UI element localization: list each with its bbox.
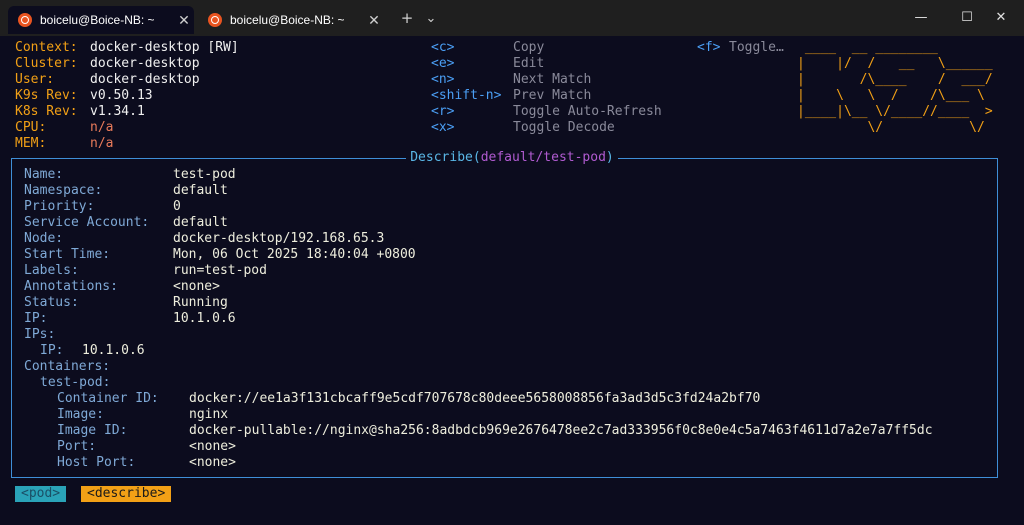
shortcut-key: <c> — [431, 40, 455, 55]
info-key: Context: — [15, 40, 78, 55]
ip-value: 10.1.0.6 — [82, 343, 145, 358]
field-key: Annotations: — [24, 279, 118, 294]
field-key: Labels: — [24, 263, 79, 278]
logo-line: | \ \ / /\___ \ — [797, 88, 1001, 103]
shortcut-key: <x> — [431, 120, 455, 135]
field-value: docker-desktop/192.168.65.3 — [173, 231, 385, 246]
shortcut-key: <shift-n> — [431, 88, 502, 103]
field-value: 10.1.0.6 — [173, 311, 236, 326]
shortcut-key: <r> — [431, 104, 455, 119]
info-value: docker-desktop — [90, 72, 200, 87]
container-field-key: Port: — [57, 439, 97, 454]
info-value: v1.34.1 — [90, 104, 145, 119]
field-key: Name: — [24, 167, 64, 182]
shortcut-action: Copy — [513, 40, 545, 55]
field-key: IP: — [24, 311, 48, 326]
tab-title: boicelu@Boice-NB: ~ — [40, 13, 155, 27]
field-key: Service Account: — [24, 215, 150, 230]
logo-line: | /\____ / ___/ — [797, 72, 1001, 87]
field-key: Priority: — [24, 199, 95, 214]
shortcut-key: <f> — [697, 40, 721, 55]
container-field-value: docker-pullable://nginx@sha256:8adbdcb96… — [189, 423, 933, 438]
logo-line: |____|\__ \/____//____ > — [797, 104, 1001, 119]
ip-key: IP: — [40, 343, 64, 358]
container-field-value: <none> — [189, 439, 236, 454]
describe-title-suffix: ) — [605, 150, 614, 165]
info-key: K8s Rev: — [15, 104, 78, 119]
logo-line: ____ __ ________ — [797, 40, 1001, 55]
shortcut-action: Next Match — [513, 72, 592, 87]
logo-line: \/ \/ — [797, 120, 1001, 135]
field-value: default — [173, 215, 228, 230]
ubuntu-icon — [208, 13, 222, 27]
breadcrumb-pod: <pod> — [15, 486, 67, 502]
shortcut-action: Toggle Auto-Refresh — [513, 104, 662, 119]
shortcut-action: Toggle… — [729, 40, 784, 55]
ubuntu-icon — [18, 13, 32, 27]
container-field-value: <none> — [189, 455, 236, 470]
tab-inactive[interactable]: boicelu@Boice-NB: ~ ✕ — [198, 6, 384, 34]
tab-active[interactable]: boicelu@Boice-NB: ~ ✕ — [8, 6, 194, 34]
describe-title-path: default/test-pod — [480, 150, 606, 165]
field-value: default — [173, 183, 228, 198]
tab-title: boicelu@Boice-NB: ~ — [230, 13, 345, 27]
field-value: test-pod — [173, 167, 236, 182]
field-value: <none> — [173, 279, 220, 294]
ips-label: IPs: — [24, 327, 56, 342]
info-value: docker-desktop [RW] — [90, 40, 239, 55]
container-field-value: docker://ee1a3f131cbcaff9e5cdf707678c80d… — [189, 391, 761, 406]
describe-title: Describe(default/test-pod) — [0, 150, 1024, 166]
container-field-key: Container ID: — [57, 391, 159, 406]
info-key: K9s Rev: — [15, 88, 78, 103]
container-field-key: Image: — [57, 407, 104, 422]
field-value: 0 — [173, 199, 181, 214]
container-field-key: Image ID: — [57, 423, 128, 438]
close-tab-icon[interactable]: ✕ — [364, 12, 384, 29]
field-key: Node: — [24, 231, 64, 246]
shortcut-key: <n> — [431, 72, 455, 87]
container-field-key: Host Port: — [57, 455, 136, 470]
info-value: n/a — [90, 120, 114, 135]
breadcrumb-describe: <describe> — [81, 486, 172, 502]
field-key: Namespace: — [24, 183, 103, 198]
new-tab-button[interactable]: + — [394, 6, 420, 30]
info-value: v0.50.13 — [90, 88, 153, 103]
containers-label: Containers: — [24, 359, 111, 374]
minimize-button[interactable]: — — [898, 0, 944, 34]
shortcut-action: Edit — [513, 56, 545, 71]
field-value: run=test-pod — [173, 263, 267, 278]
info-key: CPU: — [15, 120, 47, 135]
field-value: Mon, 06 Oct 2025 18:40:04 +0800 — [173, 247, 416, 262]
field-key: Start Time: — [24, 247, 111, 262]
title-bar: boicelu@Boice-NB: ~ ✕ boicelu@Boice-NB: … — [0, 0, 1024, 36]
container-name: test-pod: — [40, 375, 111, 390]
info-key: User: — [15, 72, 55, 87]
describe-title-prefix: Describe( — [410, 150, 481, 165]
field-value: Running — [173, 295, 228, 310]
field-key: Status: — [24, 295, 79, 310]
logo-line: | |/ / __ \______ — [797, 56, 1001, 71]
shortcut-key: <e> — [431, 56, 455, 71]
info-key: Cluster: — [15, 56, 78, 71]
tab-dropdown-button[interactable]: ⌄ — [418, 6, 444, 30]
shortcut-action: Toggle Decode — [513, 120, 615, 135]
shortcut-action: Prev Match — [513, 88, 592, 103]
close-window-button[interactable]: ✕ — [978, 0, 1024, 34]
info-value: docker-desktop — [90, 56, 200, 71]
close-tab-icon[interactable]: ✕ — [174, 12, 194, 29]
container-field-value: nginx — [189, 407, 229, 422]
